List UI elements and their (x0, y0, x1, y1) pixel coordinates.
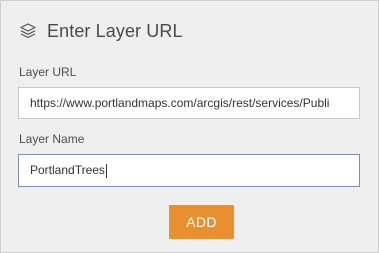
text-caret (105, 163, 107, 178)
layers-icon (19, 22, 37, 40)
panel-title: Enter Layer URL (47, 20, 183, 41)
panel-header: Enter Layer URL (19, 19, 183, 43)
layer-name-input[interactable]: PortlandTrees (18, 154, 360, 187)
layer-name-label: Layer Name (19, 132, 85, 146)
enter-layer-url-panel: Enter Layer URL Layer URL https://www.po… (0, 0, 379, 253)
layer-url-value: https://www.portlandmaps.com/arcgis/rest… (30, 96, 330, 110)
layer-url-label: Layer URL (19, 65, 77, 79)
layer-url-input[interactable]: https://www.portlandmaps.com/arcgis/rest… (18, 87, 360, 119)
layer-name-value: PortlandTrees (30, 163, 105, 177)
add-button[interactable]: ADD (169, 205, 234, 239)
